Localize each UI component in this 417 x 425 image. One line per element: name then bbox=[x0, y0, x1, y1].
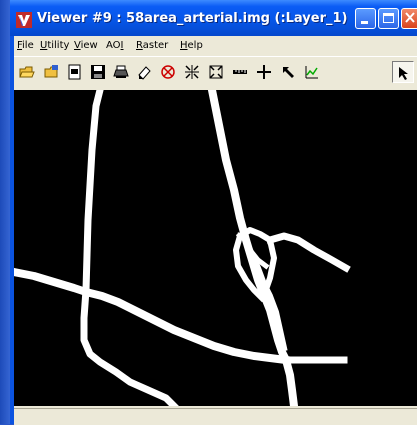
arterial-road-raster bbox=[14, 90, 351, 406]
menu-aoi[interactable]: AOI bbox=[106, 40, 124, 51]
clear-icon[interactable] bbox=[157, 61, 179, 83]
toolbar bbox=[14, 56, 417, 88]
select-arrow-icon[interactable] bbox=[392, 61, 414, 83]
close-button[interactable] bbox=[401, 8, 417, 29]
viewer-window: Viewer #9 : 58area_arterial.img (:Layer_… bbox=[10, 0, 417, 425]
window-client: File Utility View AOI Raster Help bbox=[14, 36, 417, 425]
status-bar bbox=[14, 408, 417, 425]
inquire-cursor-icon[interactable] bbox=[253, 61, 275, 83]
new-icon[interactable] bbox=[64, 61, 86, 83]
menu-view[interactable]: View bbox=[74, 40, 98, 51]
menu-bar: File Utility View AOI Raster Help bbox=[14, 36, 417, 56]
eraser-icon[interactable] bbox=[133, 61, 155, 83]
menu-raster[interactable]: Raster bbox=[136, 40, 168, 51]
minimize-button[interactable] bbox=[355, 8, 376, 29]
title-bar[interactable]: Viewer #9 : 58area_arterial.img (:Layer_… bbox=[10, 0, 417, 36]
maximize-button[interactable] bbox=[378, 8, 399, 29]
open-folder-icon[interactable] bbox=[16, 61, 38, 83]
menu-file[interactable]: File bbox=[17, 40, 34, 51]
menu-utility[interactable]: Utility bbox=[40, 40, 69, 51]
viewer-canvas[interactable] bbox=[14, 90, 417, 406]
pan-icon[interactable] bbox=[277, 61, 299, 83]
erdas-viewer-icon bbox=[16, 12, 32, 28]
open-layer-icon[interactable] bbox=[41, 61, 63, 83]
fit-window-icon[interactable] bbox=[205, 61, 227, 83]
window-title: Viewer #9 : 58area_arterial.img (:Layer_… bbox=[37, 11, 348, 26]
print-icon[interactable] bbox=[110, 61, 132, 83]
menu-help[interactable]: Help bbox=[180, 40, 203, 51]
measure-icon[interactable] bbox=[229, 61, 251, 83]
zoom-in-out-icon[interactable] bbox=[181, 61, 203, 83]
save-icon[interactable] bbox=[87, 61, 109, 83]
profile-icon[interactable] bbox=[301, 61, 323, 83]
